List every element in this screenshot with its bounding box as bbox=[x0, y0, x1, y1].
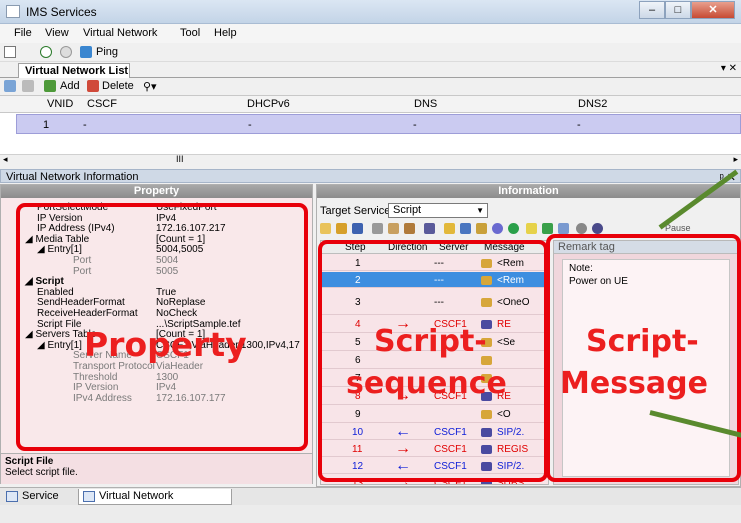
vn-list-toolbar: Add Delete ⚲▾ bbox=[0, 78, 741, 95]
bottom-tab-strip: Service Log Virtual Network Information bbox=[0, 487, 741, 517]
minimize-button[interactable]: – bbox=[639, 1, 665, 19]
wait-icon[interactable] bbox=[444, 223, 455, 234]
close-button[interactable]: ✕ bbox=[691, 1, 735, 19]
col-vnid[interactable]: VNID bbox=[47, 98, 73, 110]
new-file-icon[interactable] bbox=[4, 46, 16, 58]
menu-help[interactable]: Help bbox=[214, 27, 237, 39]
vni-title: Virtual Network Information bbox=[6, 171, 139, 183]
property-annotation: Property bbox=[84, 325, 247, 364]
scroll-thumb[interactable]: III bbox=[176, 154, 184, 164]
cell-dns: - bbox=[413, 119, 417, 131]
sip-message-icon[interactable] bbox=[424, 223, 435, 234]
target-service-value: Script bbox=[393, 204, 422, 216]
connect-icon[interactable] bbox=[4, 80, 16, 92]
vn-list-tabrow: Virtual Network List ▾ ✕ bbox=[0, 62, 741, 78]
delete-button[interactable]: Delete bbox=[102, 80, 134, 92]
tab-service-log[interactable]: Service Log bbox=[2, 489, 76, 517]
delete-icon[interactable] bbox=[87, 80, 99, 92]
cell-cscf: - bbox=[83, 119, 87, 131]
window-controls: – □ ✕ bbox=[639, 1, 735, 19]
paste-icon[interactable] bbox=[404, 223, 415, 234]
col-dns[interactable]: DNS bbox=[414, 98, 437, 110]
log-icon bbox=[6, 491, 18, 502]
status-bar bbox=[0, 505, 741, 523]
property-header: Property bbox=[1, 185, 312, 198]
scroll-left-icon[interactable]: ◂ bbox=[3, 154, 8, 165]
menu-tool[interactable]: Tool bbox=[180, 27, 200, 39]
start-icon[interactable] bbox=[508, 223, 519, 234]
main-toolbar: Ping bbox=[0, 43, 741, 62]
loop-icon[interactable] bbox=[492, 223, 503, 234]
add-icon[interactable] bbox=[44, 80, 56, 92]
play-icon[interactable] bbox=[40, 46, 52, 58]
target-service-label: Target Service bbox=[320, 205, 391, 217]
menu-view[interactable]: View bbox=[45, 27, 69, 39]
description-text: Select script file. bbox=[5, 467, 78, 478]
ping-icon[interactable] bbox=[80, 46, 92, 58]
pause-label[interactable]: Pause bbox=[665, 223, 691, 233]
menu-file[interactable]: File bbox=[14, 27, 32, 39]
title-bar: IMS Services – □ ✕ bbox=[0, 0, 741, 24]
script-sequence-annotation-2: sequence bbox=[346, 366, 507, 401]
new-script-icon[interactable] bbox=[320, 223, 331, 234]
timer-icon[interactable] bbox=[460, 223, 471, 234]
remark-icon[interactable] bbox=[476, 223, 487, 234]
cell-vnid: 1 bbox=[43, 119, 50, 131]
cut-icon[interactable] bbox=[372, 223, 383, 234]
property-description: Script File Select script file. bbox=[1, 453, 312, 484]
vn-list-table: VNID CSCF DHCPv6 DNS DNS2 1 - - - - bbox=[0, 95, 741, 154]
disconnect-icon[interactable] bbox=[22, 80, 34, 92]
script-message-annotation-1: Script- bbox=[586, 324, 699, 359]
menu-virtual-network[interactable]: Virtual Network bbox=[83, 27, 157, 39]
comment-icon[interactable] bbox=[576, 223, 587, 234]
chevron-down-icon: ▼ bbox=[476, 206, 484, 215]
vn-table-header: VNID CSCF DHCPv6 DNS DNS2 bbox=[0, 96, 741, 113]
vn-horizontal-scrollbar[interactable]: ◂ III ▸ bbox=[0, 154, 741, 166]
description-title: Script File bbox=[5, 456, 54, 467]
vni-panel-bar: Virtual Network Information ᵖ ✕ bbox=[0, 169, 741, 184]
col-cscf[interactable]: CSCF bbox=[87, 98, 117, 110]
script-sequence-annotation-1: Script- bbox=[374, 324, 487, 359]
filter-icon[interactable]: ⚲▾ bbox=[143, 80, 157, 93]
sequence-highlight-box bbox=[318, 240, 548, 482]
network-icon bbox=[83, 491, 95, 502]
table-icon[interactable] bbox=[542, 223, 553, 234]
scroll-right-icon[interactable]: ▸ bbox=[733, 154, 738, 165]
information-header: Information bbox=[317, 185, 740, 198]
maximize-button[interactable]: □ bbox=[665, 1, 691, 19]
col-dhcpv6[interactable]: DHCPv6 bbox=[247, 98, 290, 110]
app-icon bbox=[6, 5, 20, 18]
cell-dhcpv6: - bbox=[248, 119, 252, 131]
edit-icon[interactable] bbox=[558, 223, 569, 234]
menu-bar: File View Virtual Network Tool Help bbox=[0, 24, 741, 43]
script-message-annotation-2: Message bbox=[560, 366, 708, 401]
pause-icon[interactable] bbox=[592, 223, 603, 234]
save-icon[interactable] bbox=[352, 223, 363, 234]
cell-dns2: - bbox=[577, 119, 581, 131]
group-icon[interactable] bbox=[526, 223, 537, 234]
stop-icon[interactable] bbox=[60, 46, 72, 58]
window-title: IMS Services bbox=[26, 5, 97, 19]
panel-close-icon[interactable]: ▾ ✕ bbox=[721, 63, 737, 74]
col-dns2[interactable]: DNS2 bbox=[578, 98, 607, 110]
open-folder-icon[interactable] bbox=[336, 223, 347, 234]
target-service-select[interactable]: Script ▼ bbox=[388, 203, 488, 218]
copy-icon[interactable] bbox=[388, 223, 399, 234]
add-button[interactable]: Add bbox=[60, 80, 80, 92]
table-row[interactable]: 1 - - - - bbox=[16, 114, 741, 134]
tab-virtual-network-list[interactable]: Virtual Network List bbox=[18, 63, 130, 78]
ping-button[interactable]: Ping bbox=[96, 46, 118, 58]
tab-virtual-network-information[interactable]: Virtual Network Information bbox=[78, 489, 232, 517]
